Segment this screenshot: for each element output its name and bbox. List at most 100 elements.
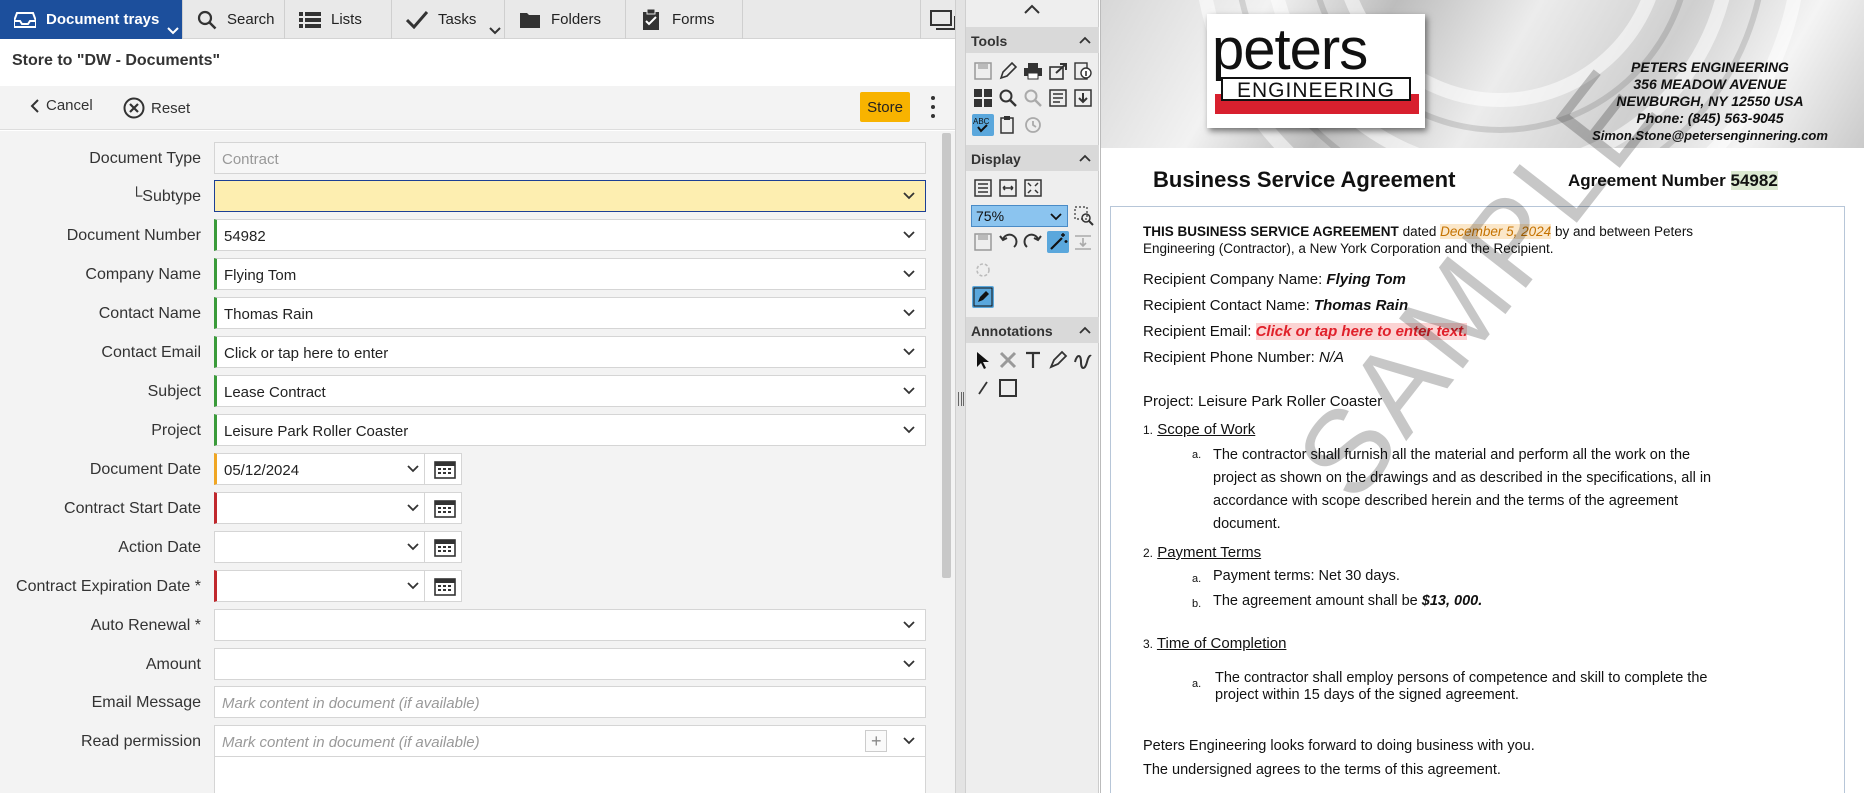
chevron-up-icon[interactable] [1079,326,1091,334]
field-value: Flying Tom [224,267,297,284]
align-bottom-icon[interactable] [1072,231,1094,253]
tab-folders[interactable]: Folders [505,0,626,39]
edit-icon[interactable] [997,60,1019,82]
read-permission-input[interactable]: Mark content in document (if available) … [214,725,926,757]
chevron-down-icon[interactable] [903,426,915,434]
chevron-down-icon[interactable] [903,660,915,668]
text-layer-icon[interactable] [1047,87,1069,109]
chevron-up-icon[interactable] [1079,154,1091,162]
edit-pen-icon[interactable] [972,286,994,308]
chevron-down-icon[interactable] [903,348,915,356]
letterhead: peters ENGINEERING PETERS ENGINEERING 35… [1100,0,1864,148]
contract-expiration-date-input[interactable] [214,570,462,602]
rotate-left-icon[interactable] [997,231,1019,253]
chevron-down-icon[interactable] [903,737,915,745]
field-document-number: Document Number 54982 [0,219,940,253]
email-message-input[interactable]: Mark content in document (if available) [214,686,926,718]
line-icon[interactable] [972,377,994,399]
document-viewer[interactable]: peters ENGINEERING PETERS ENGINEERING 35… [1100,0,1864,793]
zoom-select[interactable]: 75% [971,205,1068,227]
scrollbar-thumb[interactable] [942,133,951,578]
zoom-area-icon[interactable] [1073,205,1095,227]
chevron-up-icon[interactable] [1024,4,1040,14]
calendar-icon[interactable] [434,576,456,596]
search-icon[interactable] [997,87,1019,109]
chevron-up-icon[interactable] [1079,36,1091,44]
field-action-date: Action Date [0,531,940,565]
chevron-down-icon[interactable] [407,582,419,590]
chevron-down-icon[interactable] [903,309,915,317]
cancel-button[interactable]: Cancel [30,97,93,114]
subtype-select[interactable] [214,180,926,212]
history-icon[interactable] [1022,114,1044,136]
chevron-down-icon[interactable] [903,387,915,395]
calendar-icon[interactable] [434,537,456,557]
chevron-down-icon[interactable] [407,465,419,473]
annotations-section-header[interactable]: Annotations [966,317,1099,343]
contact-email-input[interactable]: Click or tap here to enter [214,336,926,368]
chevron-down-icon[interactable] [903,270,915,278]
calendar-icon[interactable] [434,498,456,518]
more-menu-icon[interactable] [928,96,938,118]
thumbnails-icon[interactable] [972,87,994,109]
save-icon[interactable] [972,60,994,82]
section-payment: 2. Payment Terms [1143,544,1262,561]
display-section-header[interactable]: Display [966,145,1099,171]
tab-search[interactable]: Search [183,0,285,39]
auto-renewal-select[interactable] [214,609,926,641]
tab-document-trays[interactable]: Document trays [0,0,183,39]
drag-handle-icon[interactable] [958,392,964,406]
fit-width-icon[interactable] [997,177,1019,199]
crop-rotate-icon[interactable] [972,259,994,281]
subject-input[interactable]: Lease Contract [214,375,926,407]
search-next-icon[interactable] [1022,87,1044,109]
magic-wand-icon[interactable] [1047,231,1069,253]
form-scrollbar[interactable] [940,131,955,793]
download-icon[interactable] [1072,87,1094,109]
reset-button[interactable]: Reset [123,97,190,119]
amount-input[interactable] [214,648,926,680]
pointer-icon[interactable] [972,349,994,371]
chevron-down-icon[interactable] [167,27,179,35]
contact-name-input[interactable]: Thomas Rain [214,297,926,329]
fit-page-icon[interactable] [972,177,994,199]
info-icon[interactable] [1072,60,1094,82]
tab-tasks[interactable]: Tasks [392,0,505,39]
text-tool-icon[interactable] [1022,349,1044,371]
chevron-down-icon[interactable] [903,231,915,239]
tab-lists[interactable]: Lists [285,0,392,39]
action-date-input[interactable] [214,531,462,563]
tools-section-header[interactable]: Tools [966,27,1099,53]
rotate-right-icon[interactable] [1022,231,1044,253]
list-marker: b. [1192,598,1202,610]
completion-text: The contractor shall employ persons of c… [1215,670,1708,703]
logo-subtitle: ENGINEERING [1221,77,1411,102]
chevron-down-icon[interactable] [1050,213,1062,221]
read-permission-list[interactable] [214,756,926,793]
chevron-down-icon[interactable] [489,27,501,35]
pane-splitter[interactable] [955,0,966,793]
document-number-input[interactable]: 54982 [214,219,926,251]
tab-forms[interactable]: Forms [626,0,743,39]
print-icon[interactable] [1022,60,1044,82]
document-date-input[interactable]: 05/12/2024 [214,453,462,485]
contract-start-date-input[interactable] [214,492,462,524]
freehand-icon[interactable] [1072,349,1094,371]
chevron-down-icon[interactable] [407,543,419,551]
delete-icon[interactable] [997,349,1019,371]
plus-icon[interactable]: + [865,730,887,752]
calendar-icon[interactable] [434,459,456,479]
save-icon[interactable] [972,231,994,253]
spellcheck-icon[interactable]: ABC [972,114,994,136]
clipboard-icon[interactable] [997,114,1019,136]
highlighter-icon[interactable] [1047,349,1069,371]
chevron-down-icon[interactable] [407,504,419,512]
company-name-input[interactable]: Flying Tom [214,258,926,290]
chevron-down-icon[interactable] [903,192,915,200]
fullscreen-icon[interactable] [1022,177,1044,199]
chevron-down-icon[interactable] [903,621,915,629]
share-icon[interactable] [1047,60,1069,82]
project-input[interactable]: Leisure Park Roller Coaster [214,414,926,446]
store-button[interactable]: Store [860,92,910,122]
rectangle-icon[interactable] [997,377,1019,399]
